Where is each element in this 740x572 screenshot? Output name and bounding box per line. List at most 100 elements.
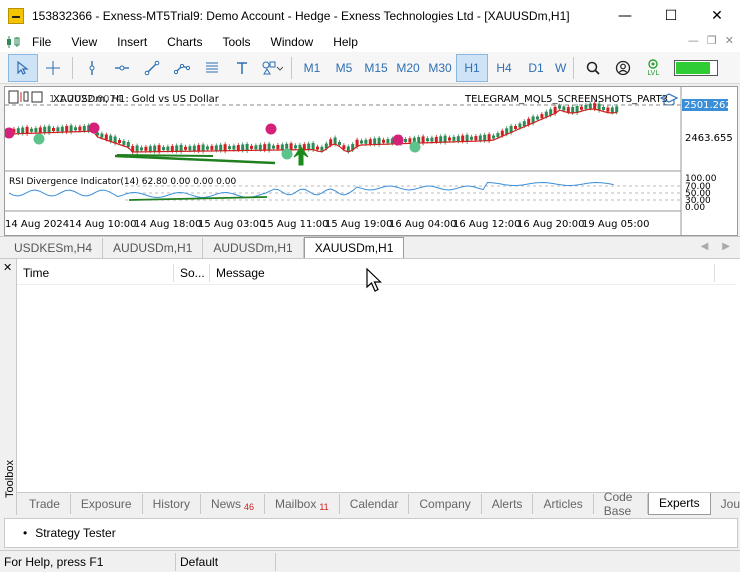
timeframe-h1[interactable]: H1 [456,53,488,82]
timeframe-h4[interactable]: H4 [488,54,520,82]
timeframe-m30[interactable]: M30 [424,54,456,82]
candle-body [439,136,443,143]
timeframe-m15[interactable]: M15 [360,54,392,82]
horizontal-line-icon[interactable] [107,54,137,82]
candle-body [426,138,429,142]
candle-body [21,127,25,134]
candle-body [606,107,610,112]
candle-body [148,146,152,152]
trendline-icon[interactable] [137,54,167,82]
timeframe-w1[interactable]: W [552,54,569,82]
vertical-line-icon[interactable] [77,54,107,82]
channel-icon[interactable] [167,54,197,82]
tab-journal[interactable]: Jou [711,494,740,514]
menu-help[interactable]: Help [323,35,368,49]
menu-charts[interactable]: Charts [157,35,212,49]
column-time[interactable]: Time [17,263,174,282]
minimize-button[interactable]: — [602,0,648,32]
tab-trade[interactable]: Trade [19,493,71,514]
tab-alerts[interactable]: Alerts [482,493,534,514]
child-restore-icon[interactable]: ❐ [707,34,717,47]
maximize-button[interactable]: ☐ [648,0,694,32]
timeframe-m5[interactable]: M5 [328,54,360,82]
candle-body [170,145,174,151]
price-chart[interactable]: 1.1.2022.0074 XAUUSDm, H1: Gold vs US Do… [5,87,737,235]
text-tool-icon[interactable] [227,54,257,82]
time-label: 15 Aug 19:00 [325,219,392,230]
candle-body [470,136,473,140]
tab-history[interactable]: History [143,493,201,514]
candle-body [452,136,456,141]
search-icon[interactable] [578,54,608,82]
fibonacci-icon[interactable] [197,54,227,82]
candle-body [316,146,319,150]
candle-body [518,123,522,128]
tab-articles[interactable]: Articles [533,493,594,514]
menu-insert[interactable]: Insert [107,35,157,49]
close-button[interactable]: ✕ [694,0,740,32]
cursor-tool-icon[interactable] [8,53,38,82]
chart-window-icon[interactable] [6,35,22,49]
candle-body [254,145,258,150]
tab-mailbox[interactable]: Mailbox 11 [265,493,340,514]
chart-tab-audusd-h1[interactable]: AUDUSDm,H1 [103,238,204,258]
timeframe-m20[interactable]: M20 [392,54,424,82]
timeframe-m1[interactable]: M1 [296,54,328,82]
candle-body [126,142,130,147]
tab-exposure[interactable]: Exposure [71,493,143,514]
signals-lvl-icon[interactable]: LVL [638,54,668,82]
account-icon[interactable] [608,54,638,82]
tab-calendar[interactable]: Calendar [340,493,410,514]
toolbar-separator [72,56,73,79]
tab-news-label: News [210,496,241,511]
toolbox-close-icon[interactable]: ✕ [3,261,12,274]
candle-body [43,126,47,133]
candle-body [144,146,148,151]
candle-body [373,138,377,145]
candle-body [56,127,60,132]
app-logo-icon [8,8,24,24]
algo-trading-level[interactable] [674,59,719,76]
tab-code-base[interactable]: Code Base [594,490,648,518]
tab-experts[interactable]: Experts [647,492,711,515]
candle-body [566,107,570,113]
shapes-menu-icon[interactable] [257,54,287,82]
timeframe-d1[interactable]: D1 [520,54,552,82]
mailbox-count-badge: 11 [319,501,329,512]
toolbox-label: Toolbox [4,460,16,498]
candle-body [404,139,407,142]
price-level-label: 2463.655 [685,133,733,144]
column-message[interactable]: Message [210,263,715,282]
rsi-level-0: 0.00 [685,203,705,213]
menu-view[interactable]: View [61,35,107,49]
title-bar: 153832366 - Exness-MT5Trial9: Demo Accou… [0,0,740,32]
tab-news[interactable]: News 46 [201,493,265,514]
candle-body [104,134,108,140]
candle-body [250,145,253,149]
menu-window[interactable]: Window [261,35,324,49]
candle-body [60,126,64,132]
time-label: 14 Aug 10:00 [69,219,136,230]
menu-tools[interactable]: Tools [213,35,261,49]
chart-tab-audusd-h1-2[interactable]: AUDUSDm,H1 [203,238,304,258]
column-source[interactable]: So... [174,263,210,282]
tab-scroll-left-icon[interactable]: ◀ [701,241,709,252]
child-minimize-icon[interactable]: — [688,34,699,47]
crosshair-tool-icon[interactable] [38,54,68,82]
tab-articles-label: Articles [543,496,583,511]
tab-scroll-right-icon[interactable]: ▶ [722,241,730,252]
candle-body [474,136,478,141]
strategy-tester-link[interactable]: Strategy Tester [35,526,115,540]
tab-company[interactable]: Company [409,493,482,514]
status-profile[interactable]: Default [176,552,276,571]
menu-file[interactable]: File [22,35,61,49]
candle-body [615,106,619,113]
tab-journal-label: Jou [720,496,740,511]
candle-body [536,116,539,120]
chart-window[interactable]: 1.1.2022.0074 XAUUSDm, H1: Gold vs US Do… [4,86,738,236]
candle-body [593,103,597,110]
chart-tab-xauusd-h1[interactable]: XAUUSDm,H1 [303,237,405,258]
chart-tab-usdkes-h4[interactable]: USDKESm,H4 [4,238,104,258]
child-close-icon[interactable]: ✕ [725,34,734,47]
time-label: 14 Aug 18:00 [134,219,201,230]
